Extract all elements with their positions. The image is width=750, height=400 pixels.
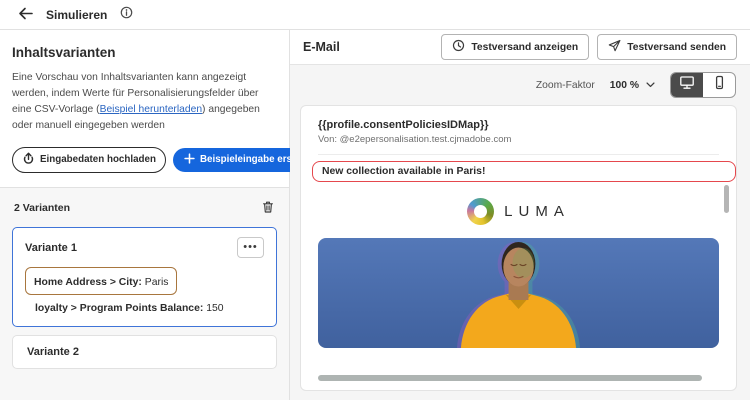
email-preview-card: {{profile.consentPoliciesIDMap}} Von: @e… <box>300 105 737 391</box>
variant-card-1[interactable]: Variante 1 ••• Home Address > City: Pari… <box>12 226 277 327</box>
top-bar: Simulieren <box>0 0 750 30</box>
clock-icon <box>452 39 465 55</box>
zoom-factor-select[interactable]: 100 % <box>610 80 655 91</box>
variants-list-section: 2 Varianten Variante 1 ••• Home Address … <box>0 187 289 400</box>
preview-toolbar: Zoom-Faktor 100 % <box>290 65 750 105</box>
upload-icon <box>22 152 35 168</box>
variant-card-2[interactable]: Variante 2 <box>12 334 277 369</box>
zoom-factor-value: 100 % <box>609 79 639 91</box>
chevron-down-icon <box>646 80 655 91</box>
field-city-label: Home Address > City: <box>34 276 142 288</box>
variant-1-field-loyalty: loyalty > Program Points Balance: 150 <box>35 303 264 314</box>
download-sample-link[interactable]: Beispiel herunterladen <box>100 104 202 115</box>
plus-icon <box>184 153 195 167</box>
annotation-highlight-subject: New collection available in Paris! <box>312 161 736 182</box>
field-city-value: Paris <box>144 276 169 288</box>
field-loyalty-label: loyalty > Program Points Balance: <box>35 302 204 314</box>
mobile-view-button[interactable] <box>703 73 735 97</box>
variants-count: 2 Varianten <box>14 202 71 215</box>
info-icon[interactable] <box>120 6 133 24</box>
annotation-highlight-city: Home Address > City: Paris <box>25 266 178 295</box>
channel-title: E-Mail <box>303 40 340 54</box>
send-test-send-label: Testversand senden <box>627 41 726 53</box>
horizontal-scrollbar[interactable] <box>318 375 702 381</box>
variant-1-field-city: Home Address > City: Paris <box>34 277 168 288</box>
back-arrow-icon <box>18 7 33 23</box>
page-title: Simulieren <box>46 7 108 22</box>
luma-logo-icon <box>467 198 495 225</box>
email-body-preview: LUMA <box>301 182 736 390</box>
email-header-divider <box>318 154 719 155</box>
upload-input-data-button[interactable]: Eingabedaten hochladen <box>12 146 166 173</box>
device-toggle <box>670 72 736 98</box>
send-icon <box>608 39 621 55</box>
email-from-line: Von: @e2epersonalisation.test.cjmadobe.c… <box>318 134 512 145</box>
trash-icon <box>261 200 275 217</box>
desktop-view-button[interactable] <box>671 73 703 97</box>
email-header-section: {{profile.consentPoliciesIDMap}} Von: @e… <box>301 106 736 155</box>
main-area: Inhaltsvarianten Eine Vorschau von Inhal… <box>0 30 750 400</box>
email-subject-field: {{profile.consentPoliciesIDMap}} <box>318 119 489 131</box>
view-test-send-label: Testversand anzeigen <box>471 41 579 53</box>
brand-header: LUMA <box>318 198 719 225</box>
delete-variant-button[interactable] <box>261 200 275 217</box>
hero-image <box>318 238 719 348</box>
vertical-scrollbar[interactable] <box>724 185 729 213</box>
monitor-icon <box>679 75 695 95</box>
upload-button-label: Eingabedaten hochladen <box>40 154 156 166</box>
zoom-factor-label: Zoom-Faktor <box>535 79 595 91</box>
panel-title: Inhaltsvarianten <box>12 45 116 60</box>
variants-intro-section: Inhaltsvarianten Eine Vorschau von Inhal… <box>0 30 329 187</box>
variant-1-name: Variante 1 <box>25 241 77 254</box>
send-test-send-button[interactable]: Testversand senden <box>597 34 737 60</box>
brand-name: LUMA <box>504 203 570 220</box>
email-preview-panel: E-Mail Testversand anzeigen Testversand … <box>290 30 750 400</box>
variants-actions-row: Eingabedaten hochladen Beispieleingabe e… <box>12 146 329 173</box>
variants-description: Eine Vorschau von Inhaltsvarianten kann … <box>12 70 277 134</box>
email-subject-text: New collection available in Paris! <box>322 166 486 177</box>
phone-icon <box>712 75 727 95</box>
email-panel-header: E-Mail Testversand anzeigen Testversand … <box>290 30 750 65</box>
content-variants-panel: Inhaltsvarianten Eine Vorschau von Inhal… <box>0 30 329 400</box>
simulate-content-page: Simulieren Inhaltsvarianten Eine Vorscha… <box>0 0 750 400</box>
variant-1-more-button[interactable]: ••• <box>237 236 264 258</box>
field-loyalty-value: 150 <box>206 302 224 314</box>
variants-list-header: 2 Varianten <box>14 200 275 217</box>
variant-2-name: Variante 2 <box>27 345 79 358</box>
variant-1-header: Variante 1 ••• <box>25 236 264 258</box>
test-send-buttons: Testversand anzeigen Testversand senden <box>441 34 737 60</box>
back-button[interactable] <box>18 7 33 23</box>
view-test-send-button[interactable]: Testversand anzeigen <box>441 34 590 60</box>
